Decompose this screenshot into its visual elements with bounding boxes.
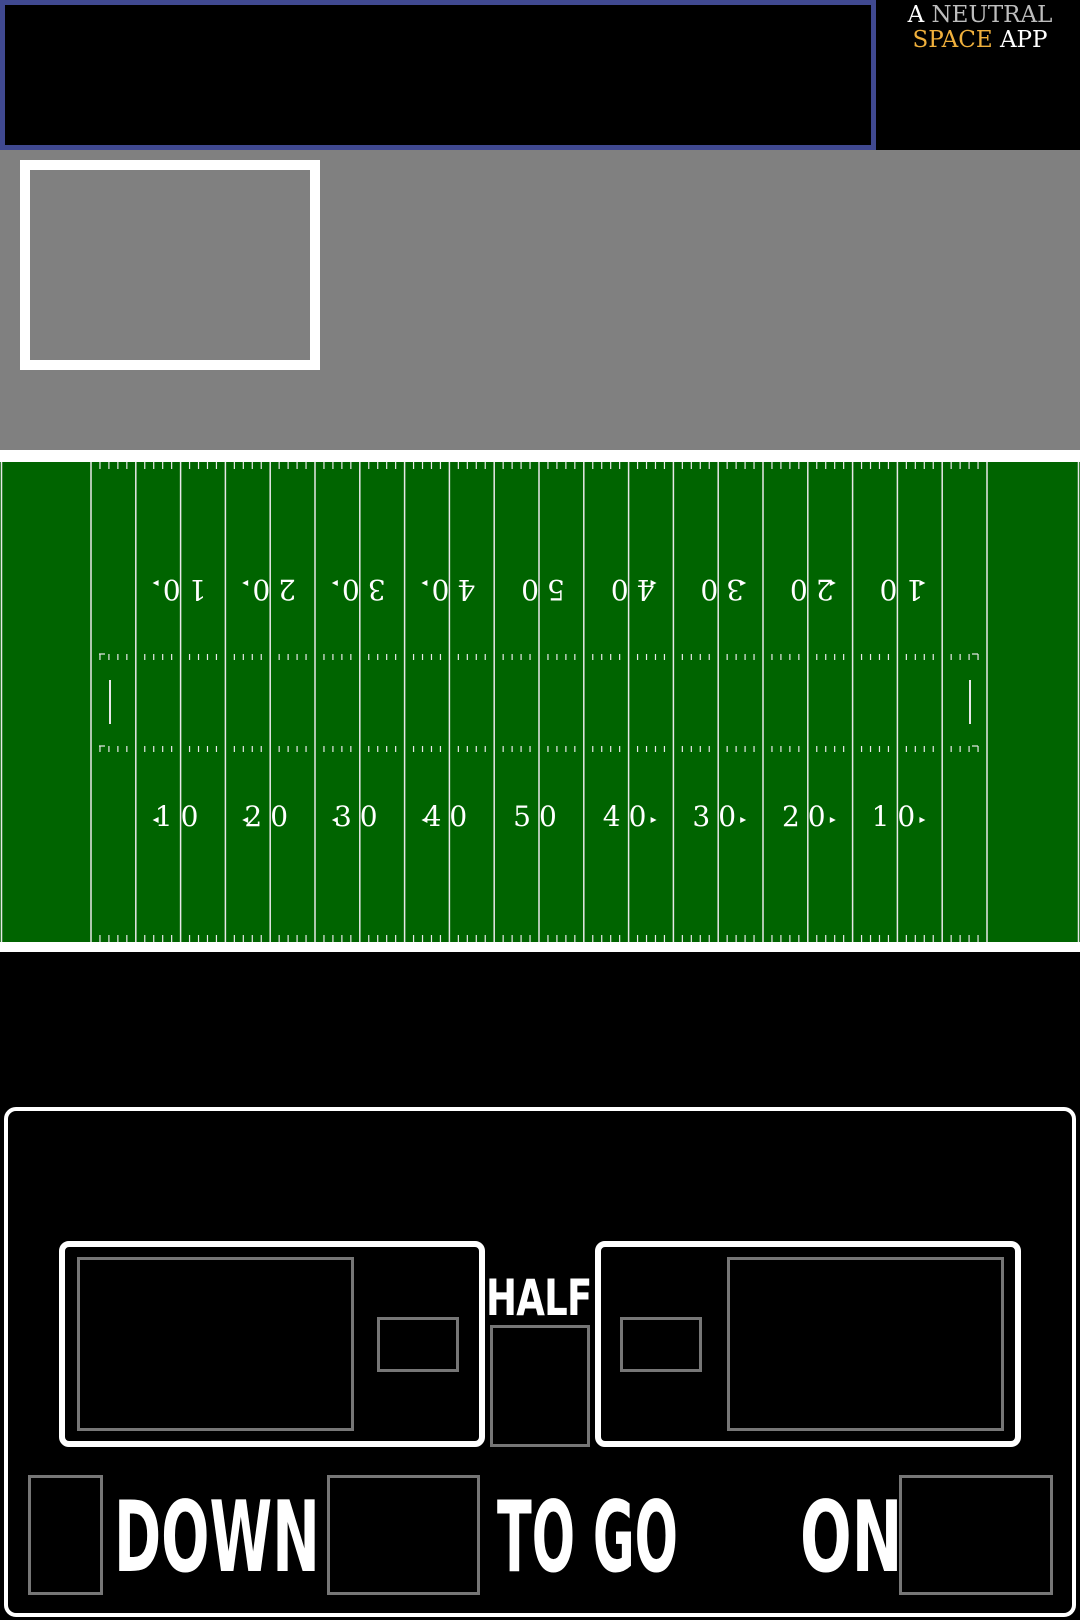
home-timeouts-display	[377, 1317, 459, 1372]
yard-number-upper: 20	[782, 573, 834, 606]
field-turf	[0, 462, 1080, 942]
togo-label-wrap: TO GO	[497, 1488, 845, 1588]
yard-number: 10	[155, 800, 207, 833]
yard-number: 50	[513, 800, 565, 833]
period-label: HALF	[486, 1269, 592, 1327]
left-ad-block	[0, 956, 125, 1106]
yard-number: 20	[244, 800, 296, 833]
yard-number: 40	[424, 800, 476, 833]
football-field[interactable]: 10 20 30 40 50 40 30 20 10 10 20 30 40 50 40 30 20 10	[0, 462, 1080, 942]
togo-label: TO GO	[497, 1481, 678, 1595]
yard-number: 10	[872, 800, 924, 833]
yard-number: 40	[603, 800, 655, 833]
away-score-display	[727, 1257, 1004, 1431]
yard-number-upper: 30	[334, 573, 386, 606]
right-ad-block	[955, 956, 1080, 1106]
app-brand: A NEUTRAL SPACE APP	[880, 0, 1080, 150]
on-label: ON	[800, 1481, 903, 1595]
yard-number-upper: 50	[513, 573, 565, 606]
yard-number: 20	[782, 800, 834, 833]
period-display	[490, 1325, 590, 1447]
down-display	[28, 1475, 103, 1595]
yard-number-upper: 40	[424, 573, 476, 606]
top-banner	[0, 0, 876, 150]
home-score-display	[77, 1257, 354, 1431]
yard-number-upper: 20	[244, 573, 296, 606]
yard-number: 30	[692, 800, 744, 833]
yard-number-upper: 30	[692, 573, 744, 606]
yard-number: 30	[334, 800, 386, 833]
ball-on-display	[899, 1475, 1053, 1595]
down-label: DOWN	[114, 1481, 320, 1595]
center-ad-block	[381, 956, 699, 1106]
video-frame[interactable]	[20, 160, 320, 370]
yard-number-upper: 40	[603, 573, 655, 606]
togo-display	[327, 1475, 480, 1595]
yard-number-upper: 10	[155, 573, 207, 606]
away-timeouts-display	[620, 1317, 702, 1372]
yard-number-upper: 10	[872, 573, 924, 606]
